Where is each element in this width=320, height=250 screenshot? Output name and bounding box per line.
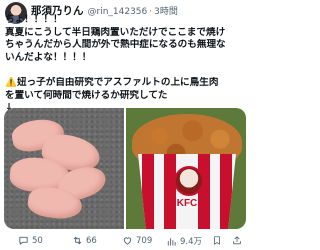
retweet-button[interactable]: 66 [72,235,97,246]
reply-count: 50 [32,235,43,246]
tweet-line: ちょ！！！！ [5,14,63,25]
bookmark-button[interactable] [212,235,222,246]
colonel-logo-icon [174,166,204,196]
tweet-line [5,64,245,77]
tweet-line: いんだよな！！！！ [5,51,92,63]
views-button[interactable]: 9.4万 [166,235,202,247]
view-count: 9.4万 [180,237,203,247]
like-count: 709 [136,235,153,246]
media-grid: KFC [4,108,246,229]
tweet-line: ⚠️妞っ子が自由研究でアスファルトの上に鳥生肉 [5,76,219,88]
tweet-line: を置いて何時間で焼けるか研究してた [5,89,168,101]
retweet-count: 66 [86,235,97,246]
kfc-label: KFC [176,198,198,209]
reply-button[interactable]: 50 [18,235,43,246]
like-button[interactable]: 709 [122,235,152,246]
share-button[interactable] [232,235,242,246]
tweet-line: ちゃうんだから人間が外で熱中症になるのも無理な [5,39,226,51]
kfc-bucket: KFC [138,154,236,229]
bookmark-icon [212,235,222,246]
raw-chicken-photo[interactable] [4,108,124,229]
tweet-text: ちょ！！！！ 真夏にこうして半日鶏肉置いただけでここまで焼け ちゃうんだから人間… [5,14,245,115]
tweet-line: 真夏にこうして半日鶏肉置いただけでここまで焼け [5,26,226,38]
views-icon [166,236,177,247]
share-icon [232,235,242,246]
heart-icon [122,235,133,246]
reply-icon [18,235,29,246]
retweet-icon [72,235,83,246]
fried-chicken-photo[interactable]: KFC [126,108,246,229]
action-bar: 50 66 709 9.4万 [0,233,250,249]
